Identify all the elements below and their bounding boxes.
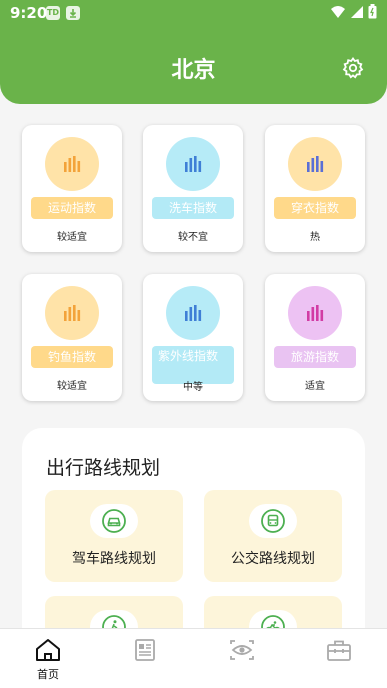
- driving-route-tile[interactable]: 驾车路线规划: [45, 490, 183, 582]
- signal-icon: [351, 5, 363, 18]
- car-icon: [90, 504, 138, 538]
- eye-icon: [230, 640, 254, 660]
- index-name-label: 洗车指数: [152, 197, 234, 219]
- tab-tools[interactable]: [309, 637, 369, 683]
- bus-route-label: 公交路线规划: [231, 551, 315, 567]
- index-value-label: 较适宜: [57, 381, 87, 392]
- chart-icon: [166, 137, 220, 191]
- chart-icon: [288, 137, 342, 191]
- battery-icon: [368, 4, 377, 19]
- index-value-label: 适宜: [305, 381, 325, 392]
- tab-view[interactable]: [212, 637, 272, 683]
- index-name-label: 运动指数: [31, 197, 113, 219]
- index-card-dressing[interactable]: 穿衣指数热: [265, 125, 365, 252]
- chart-icon: [288, 286, 342, 340]
- chart-icon: [45, 286, 99, 340]
- home-icon: [36, 639, 60, 661]
- index-name-label: 钓鱼指数: [31, 346, 113, 368]
- index-name-label: 穿衣指数: [274, 197, 356, 219]
- status-time: 9:20: [10, 4, 48, 22]
- tab-home[interactable]: 首页: [18, 637, 78, 683]
- bus-route-tile[interactable]: 公交路线规划: [204, 490, 342, 582]
- app-header: 9:20 TD 北京: [0, 0, 387, 104]
- settings-gear-icon[interactable]: [341, 56, 365, 80]
- index-value-label: 中等: [183, 382, 203, 393]
- index-card-fishing[interactable]: 钓鱼指数 较适宜: [22, 274, 122, 401]
- news-icon: [135, 639, 155, 661]
- status-bar: 9:20 TD: [0, 0, 387, 28]
- notification-badge-icon: TD: [46, 6, 60, 20]
- bus-icon: [249, 504, 297, 538]
- city-title: 北京: [171, 58, 216, 83]
- index-card-travel[interactable]: 旅游指数 适宜: [265, 274, 365, 401]
- wifi-icon: [331, 5, 345, 18]
- index-value-label: 较不宜: [178, 232, 208, 243]
- index-card-carwash[interactable]: 洗车指数 较不宜: [143, 125, 243, 252]
- index-value-label: 较适宜: [57, 232, 87, 243]
- route-planning-title: 出行路线规划: [46, 457, 161, 479]
- chart-icon: [45, 137, 99, 191]
- chart-icon: [166, 286, 220, 340]
- index-card-sport[interactable]: 运动指数 较适宜: [22, 125, 122, 252]
- index-value-label: 热: [310, 232, 320, 243]
- tab-news[interactable]: [115, 637, 175, 683]
- download-icon: [66, 6, 80, 20]
- tab-home-label: 首页: [37, 668, 59, 681]
- index-name-label: 旅游指数: [274, 346, 356, 368]
- index-card-uv[interactable]: 紫外线指数 中等: [143, 274, 243, 401]
- driving-route-label: 驾车路线规划: [72, 551, 156, 567]
- toolbox-icon: [327, 640, 351, 661]
- bottom-tab-bar: 首页: [0, 628, 387, 688]
